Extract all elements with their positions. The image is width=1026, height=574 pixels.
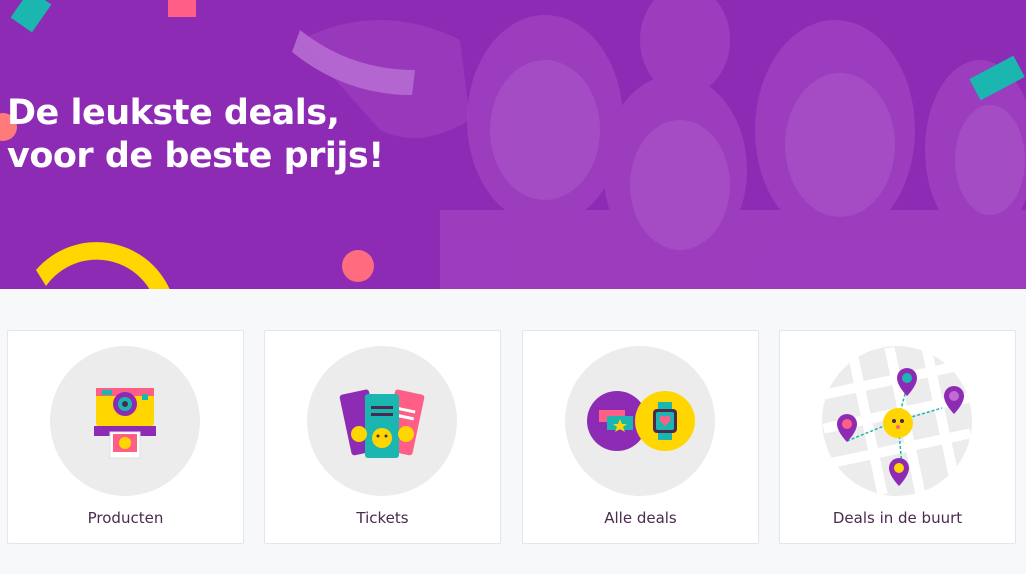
category-circle [565, 346, 715, 496]
category-circle [307, 346, 457, 496]
category-cards: Producten Tickets Alle deals Deals in de… [0, 289, 1026, 574]
category-label: Deals in de buurt [832, 509, 963, 527]
category-card-alle-deals[interactable]: Alle deals [522, 330, 759, 544]
instant-camera-icon [94, 388, 156, 459]
tickets-icon [339, 389, 425, 458]
all-deals-icon [587, 391, 695, 451]
category-card-deals-in-de-buurt[interactable]: Deals in de buurt [779, 330, 1016, 544]
category-circle [50, 346, 200, 496]
hero-title: De leukste deals, voor de beste prijs! [7, 93, 384, 176]
hero-banner: De leukste deals, voor de beste prijs! [0, 0, 1026, 289]
map-pins-icon [822, 346, 972, 496]
category-label: Alle deals [604, 509, 677, 527]
category-card-tickets[interactable]: Tickets [264, 330, 501, 544]
category-circle [822, 346, 972, 496]
category-label: Tickets [356, 509, 409, 527]
category-card-producten[interactable]: Producten [7, 330, 244, 544]
category-label: Producten [87, 509, 164, 527]
